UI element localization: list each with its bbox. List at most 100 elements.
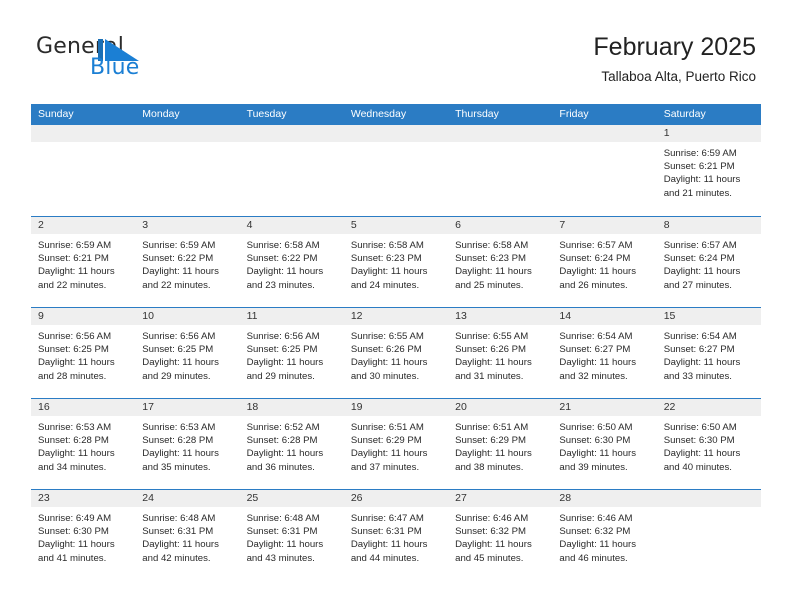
day-number: 19 <box>343 399 449 416</box>
calendar-week-row: 23 Sunrise: 6:49 AM Sunset: 6:30 PM Dayligh… <box>31 488 761 579</box>
day-number <box>552 125 657 142</box>
day-sunset-text: Sunset: 6:25 PM <box>246 344 318 356</box>
calendar-day-cell[interactable]: 25 Sunrise: 6:48 AM Sunset: 6:31 PM Dayligh… <box>239 489 344 579</box>
day-sunrise-text: Sunrise: 6:57 AM <box>663 240 737 251</box>
day-number: 2 <box>31 217 136 234</box>
day-sun-info: Sunrise: 6:51 AM Sunset: 6:29 PM Daylight:… <box>448 416 552 474</box>
calendar-day-cell[interactable]: 20 Sunrise: 6:51 AM Sunset: 6:29 PM Dayligh… <box>448 398 553 488</box>
day-sun-info: Sunrise: 6:49 AM Sunset: 6:30 PM Daylight:… <box>31 507 135 565</box>
day-daylight1-text: Daylight: 11 hours <box>38 448 115 460</box>
calendar-day-cell[interactable]: 2 Sunrise: 6:59 AM Sunset: 6:21 PM Daylight… <box>31 216 136 306</box>
day-sunset-text: Sunset: 6:28 PM <box>38 435 109 447</box>
weekday-header-row: Sunday Monday Tuesday Wednesday Thursday… <box>31 104 761 125</box>
calendar-day-cell[interactable]: 14 Sunrise: 6:54 AM Sunset: 6:27 PM Dayligh… <box>552 307 657 397</box>
day-sunset-text: Sunset: 6:24 PM <box>559 253 631 265</box>
calendar-day-cell[interactable]: 5 Sunrise: 6:58 AM Sunset: 6:23 PM Daylight… <box>343 216 449 306</box>
day-sunset-text: Sunset: 6:27 PM <box>663 344 735 356</box>
day-number: 4 <box>239 217 344 234</box>
day-daylight2-text: and 22 minutes. <box>142 279 211 291</box>
calendar-day-cell-empty <box>656 489 761 579</box>
day-daylight2-text: and 31 minutes. <box>455 370 524 382</box>
calendar-day-cell[interactable]: 1 Sunrise: 6:59 AM Sunset: 6:21 PM Daylight… <box>656 125 761 215</box>
day-sunrise-text: Sunrise: 6:59 AM <box>663 148 737 159</box>
calendar-day-cell[interactable]: 8 Sunrise: 6:57 AM Sunset: 6:24 PM Daylight… <box>656 216 761 306</box>
day-daylight2-text: and 34 minutes. <box>38 461 107 473</box>
page-subtitle: Tallaboa Alta, Puerto Rico <box>601 69 756 84</box>
calendar-day-cell-empty <box>343 125 449 215</box>
calendar-day-cell[interactable]: 10 Sunrise: 6:56 AM Sunset: 6:25 PM Dayligh… <box>135 307 240 397</box>
day-sun-info: Sunrise: 6:59 AM Sunset: 6:21 PM Daylight:… <box>657 142 761 200</box>
day-sunrise-text: Sunrise: 6:56 AM <box>38 331 112 342</box>
calendar-day-cell[interactable]: 26 Sunrise: 6:47 AM Sunset: 6:31 PM Dayligh… <box>343 489 449 579</box>
day-daylight1-text: Daylight: 11 hours <box>663 448 741 460</box>
day-daylight2-text: and 36 minutes. <box>246 461 315 473</box>
day-daylight2-text: and 35 minutes. <box>142 461 211 473</box>
calendar-day-cell[interactable]: 18 Sunrise: 6:52 AM Sunset: 6:28 PM Dayligh… <box>239 398 344 488</box>
day-sun-info: Sunrise: 6:58 AM Sunset: 6:22 PM Daylight:… <box>240 234 344 292</box>
day-daylight1-text: Daylight: 11 hours <box>246 266 324 278</box>
calendar-day-cell[interactable]: 24 Sunrise: 6:48 AM Sunset: 6:31 PM Dayligh… <box>135 489 240 579</box>
calendar-day-cell[interactable]: 12 Sunrise: 6:55 AM Sunset: 6:26 PM Dayligh… <box>343 307 449 397</box>
calendar-day-cell[interactable]: 9 Sunrise: 6:56 AM Sunset: 6:25 PM Daylight… <box>31 307 136 397</box>
day-daylight2-text: and 23 minutes. <box>246 279 315 291</box>
day-sun-info: Sunrise: 6:55 AM Sunset: 6:26 PM Daylight:… <box>448 325 552 383</box>
day-daylight1-text: Daylight: 11 hours <box>663 357 741 369</box>
day-sun-info: Sunrise: 6:53 AM Sunset: 6:28 PM Daylight:… <box>31 416 135 474</box>
calendar-day-cell[interactable]: 28 Sunrise: 6:46 AM Sunset: 6:32 PM Dayligh… <box>552 489 657 579</box>
day-number: 15 <box>656 308 761 325</box>
day-number: 1 <box>656 125 761 142</box>
calendar-day-cell[interactable]: 15 Sunrise: 6:54 AM Sunset: 6:27 PM Dayligh… <box>656 307 761 397</box>
day-sun-info: Sunrise: 6:59 AM Sunset: 6:21 PM Daylight:… <box>31 234 135 292</box>
day-number: 25 <box>239 490 344 507</box>
day-sunset-text: Sunset: 6:30 PM <box>663 435 735 447</box>
calendar-day-cell[interactable]: 6 Sunrise: 6:58 AM Sunset: 6:23 PM Daylight… <box>448 216 553 306</box>
day-sunrise-text: Sunrise: 6:50 AM <box>559 422 633 433</box>
calendar-day-cell[interactable]: 7 Sunrise: 6:57 AM Sunset: 6:24 PM Daylight… <box>552 216 657 306</box>
page-title: February 2025 <box>593 33 756 61</box>
general-blue-logo[interactable]: General Blue <box>36 36 216 84</box>
calendar-day-cell[interactable]: 19 Sunrise: 6:51 AM Sunset: 6:29 PM Dayligh… <box>343 398 449 488</box>
day-daylight2-text: and 33 minutes. <box>663 370 732 382</box>
day-sun-info: Sunrise: 6:56 AM Sunset: 6:25 PM Daylight:… <box>240 325 344 383</box>
day-sun-info: Sunrise: 6:47 AM Sunset: 6:31 PM Daylight:… <box>344 507 448 565</box>
day-sun-info: Sunrise: 6:56 AM Sunset: 6:25 PM Daylight:… <box>31 325 135 383</box>
day-sunrise-text: Sunrise: 6:55 AM <box>455 331 529 342</box>
day-sunset-text: Sunset: 6:32 PM <box>455 526 527 538</box>
calendar-day-cell-empty <box>239 125 344 215</box>
day-sunrise-text: Sunrise: 6:56 AM <box>246 331 320 342</box>
day-sunrise-text: Sunrise: 6:58 AM <box>246 240 320 251</box>
calendar-week-row: 1 Sunrise: 6:59 AM Sunset: 6:21 PM Daylight… <box>31 125 761 215</box>
day-number <box>343 125 449 142</box>
day-sunset-text: Sunset: 6:30 PM <box>559 435 631 447</box>
weekday-tuesday: Tuesday <box>246 108 287 120</box>
day-sun-info: Sunrise: 6:50 AM Sunset: 6:30 PM Daylight:… <box>657 416 761 474</box>
calendar-day-cell[interactable]: 3 Sunrise: 6:59 AM Sunset: 6:22 PM Daylight… <box>135 216 240 306</box>
calendar-day-cell[interactable]: 21 Sunrise: 6:50 AM Sunset: 6:30 PM Dayligh… <box>552 398 657 488</box>
calendar-day-cell[interactable]: 4 Sunrise: 6:58 AM Sunset: 6:22 PM Daylight… <box>239 216 344 306</box>
day-daylight2-text: and 32 minutes. <box>559 370 628 382</box>
day-sun-info: Sunrise: 6:46 AM Sunset: 6:32 PM Daylight:… <box>448 507 552 565</box>
calendar-day-cell[interactable]: 11 Sunrise: 6:56 AM Sunset: 6:25 PM Dayligh… <box>239 307 344 397</box>
day-daylight1-text: Daylight: 11 hours <box>142 539 219 551</box>
day-daylight2-text: and 39 minutes. <box>559 461 628 473</box>
day-daylight2-text: and 40 minutes. <box>663 461 732 473</box>
day-number: 11 <box>239 308 344 325</box>
calendar-day-cell[interactable]: 17 Sunrise: 6:53 AM Sunset: 6:28 PM Dayligh… <box>135 398 240 488</box>
calendar-day-cell-empty <box>552 125 657 215</box>
day-daylight1-text: Daylight: 11 hours <box>142 448 219 460</box>
calendar-day-cell[interactable]: 16 Sunrise: 6:53 AM Sunset: 6:28 PM Dayligh… <box>31 398 136 488</box>
day-sunset-text: Sunset: 6:32 PM <box>559 526 631 538</box>
calendar-day-cell-empty <box>31 125 136 215</box>
calendar-day-cell[interactable]: 13 Sunrise: 6:55 AM Sunset: 6:26 PM Dayligh… <box>448 307 553 397</box>
day-daylight1-text: Daylight: 11 hours <box>455 266 532 278</box>
day-daylight1-text: Daylight: 11 hours <box>350 539 428 551</box>
calendar-day-cell[interactable]: 27 Sunrise: 6:46 AM Sunset: 6:32 PM Dayligh… <box>448 489 553 579</box>
day-number: 17 <box>135 399 240 416</box>
calendar-day-cell[interactable]: 22 Sunrise: 6:50 AM Sunset: 6:30 PM Dayligh… <box>656 398 761 488</box>
day-number: 24 <box>135 490 240 507</box>
day-daylight1-text: Daylight: 11 hours <box>350 448 428 460</box>
day-number: 23 <box>31 490 136 507</box>
day-sun-info: Sunrise: 6:46 AM Sunset: 6:32 PM Daylight:… <box>552 507 656 565</box>
day-daylight2-text: and 30 minutes. <box>350 370 420 382</box>
calendar-day-cell[interactable]: 23 Sunrise: 6:49 AM Sunset: 6:30 PM Dayligh… <box>31 489 136 579</box>
